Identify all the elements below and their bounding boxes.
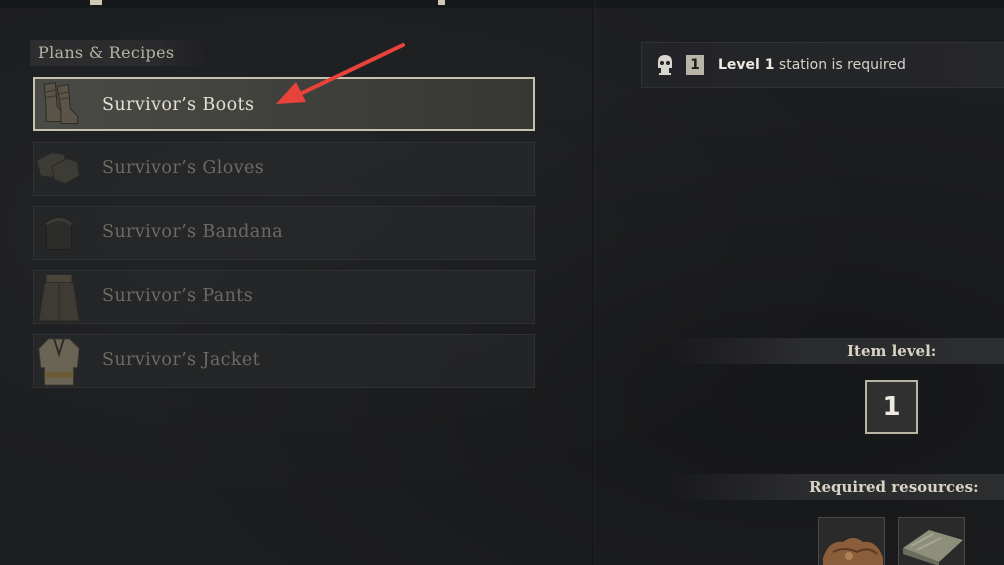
skull-icon [658,55,672,75]
recipe-item-boots[interactable]: Survivor’s Boots [33,77,535,131]
recipe-label-bandana: Survivor’s Bandana [102,222,284,242]
recipes-section-header: Plans & Recipes [30,40,208,66]
item-level-label: Item level: [847,342,937,360]
recipe-item-jacket[interactable]: Survivor’s Jacket [33,334,535,388]
recipe-label-jacket: Survivor’s Jacket [102,350,261,370]
station-level-badge: 1 [686,55,704,75]
station-requirement-text: Level 1 station is required [718,57,906,73]
station-level-text: Level 1 [718,57,775,73]
required-resources-label: Required resources: [809,478,979,496]
recipe-label-gloves: Survivor’s Gloves [102,158,265,178]
boots-icon [43,82,79,124]
item-level-header: Item level: [668,338,1004,364]
leather-hide-icon [823,538,883,565]
recipe-item-bandana[interactable]: Survivor’s Bandana [33,206,535,260]
pants-icon [38,274,80,322]
gloves-icon [36,152,80,184]
top-strip [0,0,1004,8]
recipe-item-pants[interactable]: Survivor’s Pants [33,270,535,324]
cloth-icon [903,530,963,565]
resource-slot-cloth[interactable] [898,517,965,565]
jacket-icon [38,338,80,386]
panel-divider [592,0,594,565]
resource-slot-leather[interactable] [818,517,885,565]
station-suffix-text: station is required [778,57,906,73]
recipe-item-gloves[interactable]: Survivor’s Gloves [33,142,535,196]
required-resources-header: Required resources: [668,474,1004,500]
bandana-icon [45,216,73,250]
station-requirement: 1 Level 1 station is required [641,42,1004,88]
item-level-value-box: 1 [865,380,918,434]
recipes-header-label: Plans & Recipes [38,43,175,62]
item-level-value: 1 [882,392,901,422]
recipe-label-boots: Survivor’s Boots [102,95,255,115]
recipe-label-pants: Survivor’s Pants [102,286,254,306]
